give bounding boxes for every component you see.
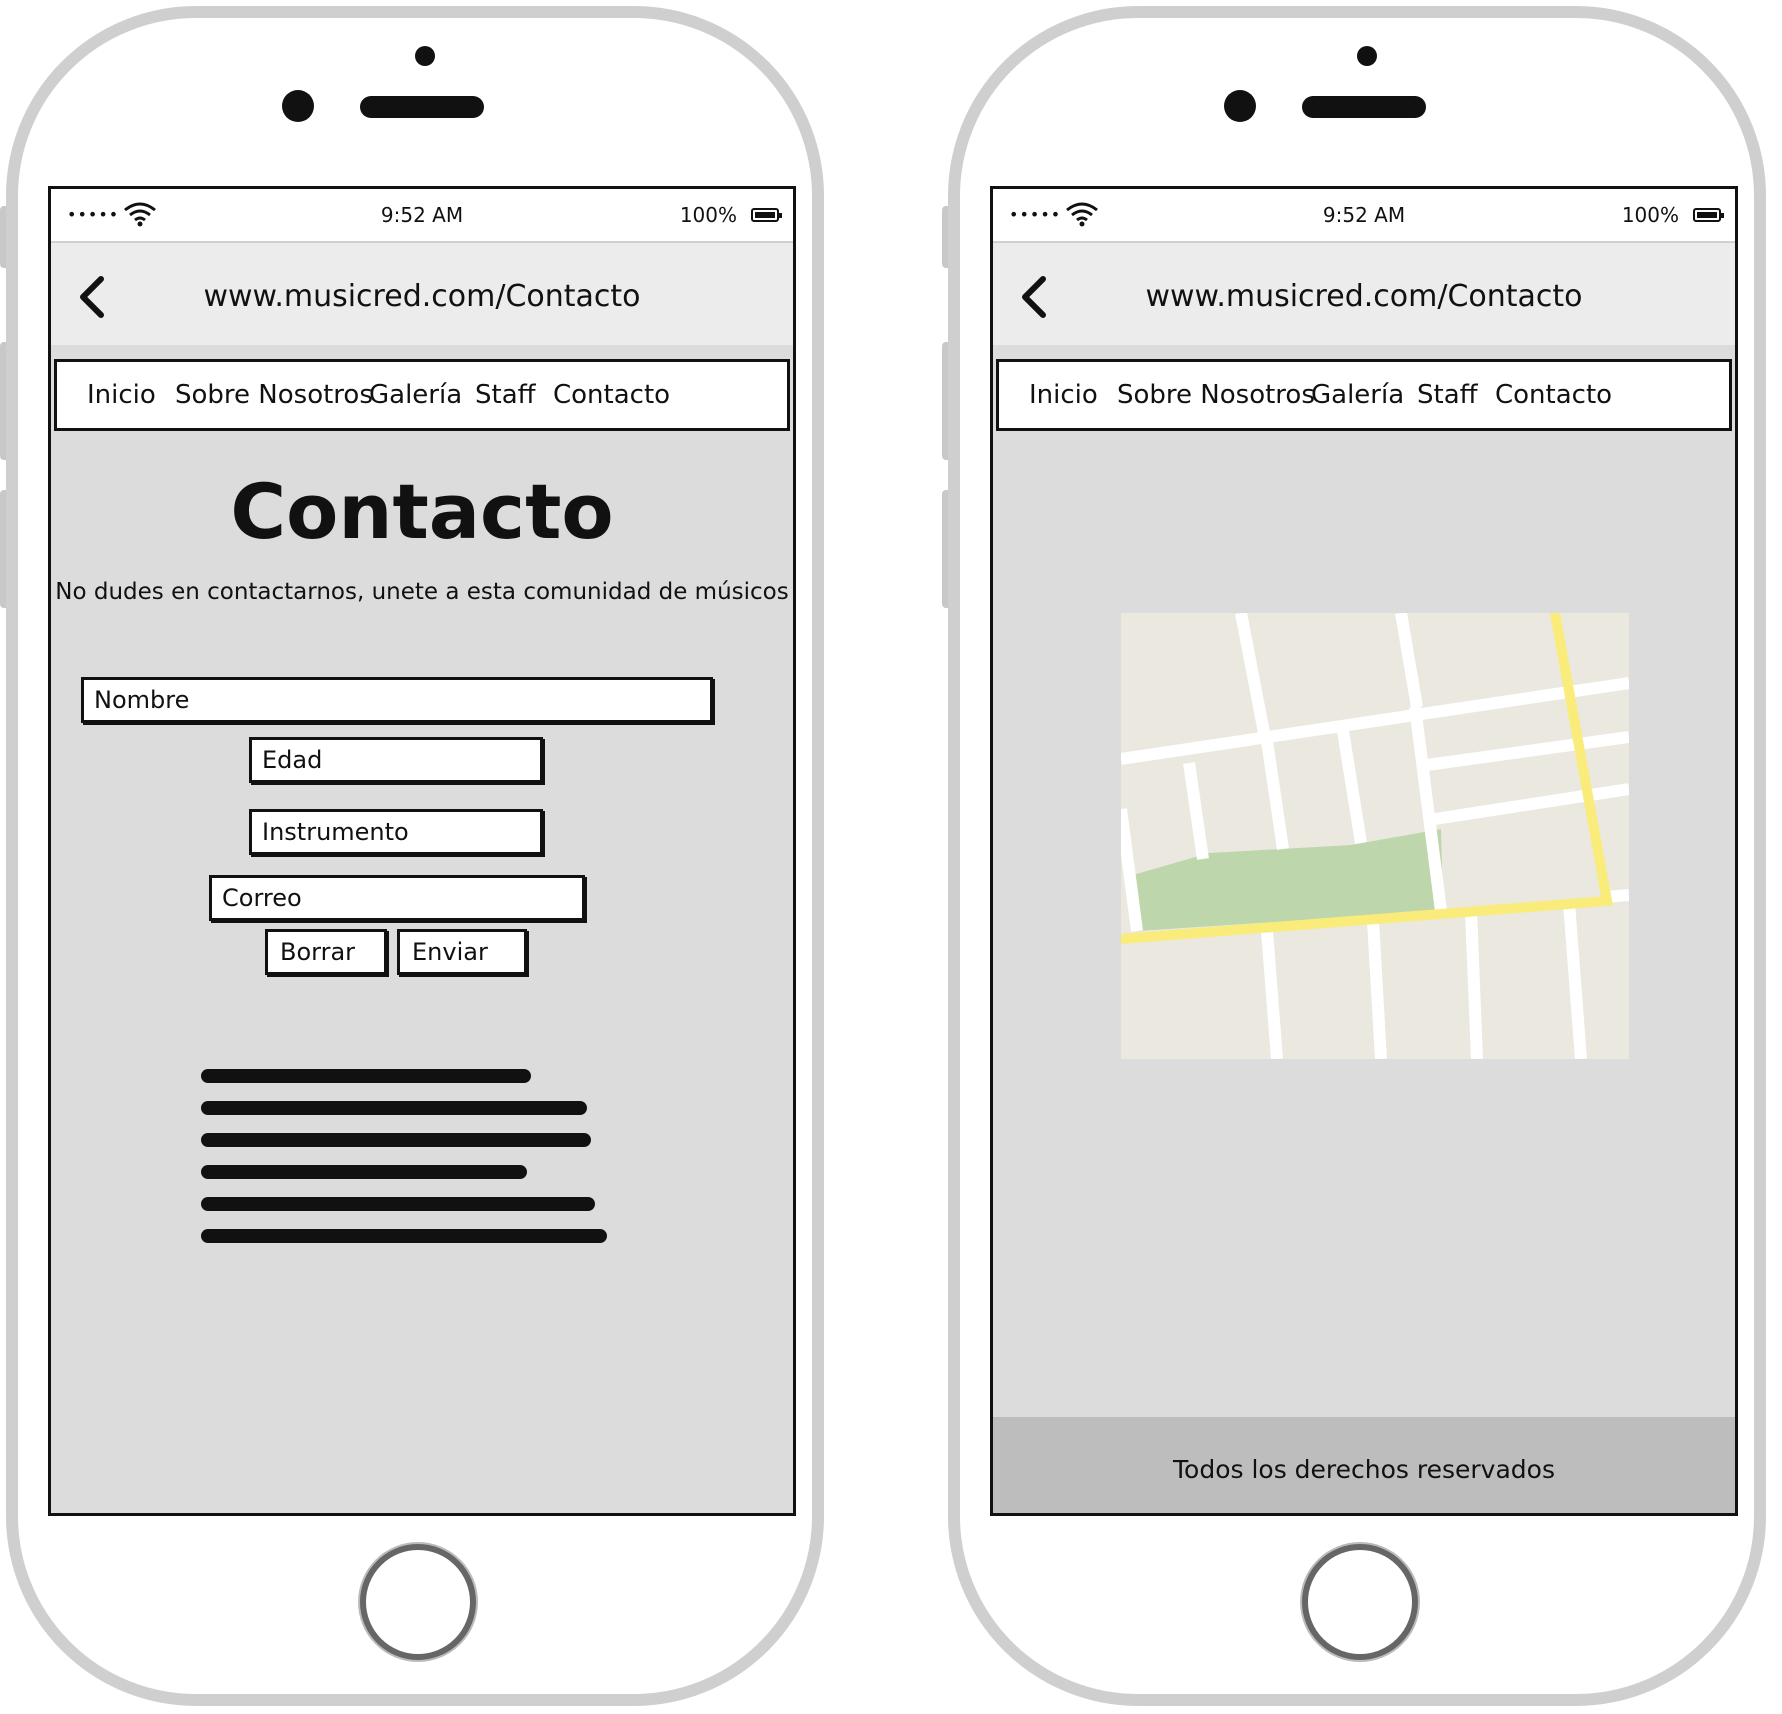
location-map[interactable]: [1121, 613, 1629, 1059]
placeholder-text-block: [201, 1069, 621, 1261]
nav-item-contacto[interactable]: Contacto: [1495, 380, 1612, 410]
url-text[interactable]: www.musicred.com/Contacto: [993, 279, 1735, 314]
battery-percent: 100%: [1621, 203, 1679, 227]
status-bar: ••••• 9:52 AM 100%: [993, 189, 1735, 243]
home-button[interactable]: [360, 1544, 476, 1660]
url-text[interactable]: www.musicred.com/Contacto: [51, 279, 793, 314]
browser-bar: www.musicred.com/Contacto: [51, 243, 793, 345]
front-camera: [1224, 90, 1256, 122]
nav-item-galeria[interactable]: Galería: [1311, 380, 1404, 410]
scribble-line: [201, 1197, 595, 1211]
nav-item-galeria[interactable]: Galería: [369, 380, 462, 410]
page-footer: Todos los derechos reservados: [993, 1417, 1735, 1513]
nombre-field[interactable]: [81, 677, 713, 723]
scribble-line: [201, 1101, 587, 1115]
scribble-line: [201, 1133, 591, 1147]
scribble-line: [201, 1069, 531, 1083]
browser-bar: www.musicred.com/Contacto: [993, 243, 1735, 345]
scribble-line: [201, 1229, 607, 1243]
front-sensor: [415, 46, 435, 66]
nav-item-sobre-nosotros[interactable]: Sobre Nosotros: [175, 380, 373, 410]
page-subtitle: No dudes en contactarnos, unete a esta c…: [55, 579, 789, 605]
phone-contact-form: ••••• 9:52 AM 100% www.musicred.com/Cont…: [0, 0, 836, 1714]
footer-text: Todos los derechos reservados: [1173, 1455, 1555, 1484]
scribble-line: [201, 1165, 527, 1179]
earpiece-speaker: [1302, 96, 1426, 118]
screen: ••••• 9:52 AM 100% www.musicred.com/Cont…: [990, 186, 1738, 1516]
home-button[interactable]: [1302, 1544, 1418, 1660]
nav-item-inicio[interactable]: Inicio: [87, 380, 156, 410]
nav-item-contacto[interactable]: Contacto: [553, 380, 670, 410]
page-title: Contacto: [230, 467, 614, 556]
instrumento-field[interactable]: [249, 809, 543, 855]
battery-percent: 100%: [679, 203, 737, 227]
battery-icon: [751, 208, 782, 222]
edad-field[interactable]: [249, 737, 543, 783]
battery-icon: [1693, 208, 1724, 222]
enviar-button[interactable]: Enviar: [397, 929, 527, 975]
nav-item-inicio[interactable]: Inicio: [1029, 380, 1098, 410]
phone-contact-map: ••••• 9:52 AM 100% www.musicred.com/Cont…: [942, 0, 1778, 1714]
earpiece-speaker: [360, 96, 484, 118]
front-sensor: [1357, 46, 1377, 66]
site-nav: Inicio Sobre Nosotros Galería Staff Cont…: [54, 359, 790, 431]
front-camera: [282, 90, 314, 122]
nav-item-staff[interactable]: Staff: [1417, 380, 1478, 410]
screen: ••••• 9:52 AM 100% www.musicred.com/Cont…: [48, 186, 796, 1516]
borrar-button[interactable]: Borrar: [265, 929, 387, 975]
nav-item-staff[interactable]: Staff: [475, 380, 536, 410]
correo-field[interactable]: [209, 875, 585, 921]
site-nav: Inicio Sobre Nosotros Galería Staff Cont…: [996, 359, 1732, 431]
status-bar: ••••• 9:52 AM 100%: [51, 189, 793, 243]
nav-item-sobre-nosotros[interactable]: Sobre Nosotros: [1117, 380, 1315, 410]
